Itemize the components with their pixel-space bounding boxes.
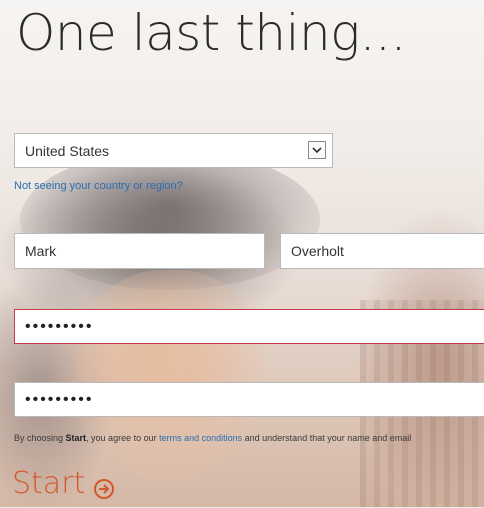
background-hat [20, 150, 320, 290]
terms-link[interactable]: terms and conditions [159, 433, 242, 443]
terms-suffix: and understand that your name and email [242, 433, 412, 443]
confirm-password-field[interactable]: ••••••••• [14, 382, 484, 417]
terms-middle: , you agree to our [86, 433, 160, 443]
last-name-field[interactable]: Overholt [280, 233, 484, 269]
start-label: Start [12, 466, 86, 501]
start-button[interactable]: Start [12, 466, 115, 501]
last-name-value: Overholt [291, 243, 344, 259]
first-name-field[interactable]: Mark [14, 233, 265, 269]
confirm-password-value: ••••••••• [25, 390, 94, 408]
arrow-circle-right-icon [93, 473, 115, 499]
country-select-value: United States [25, 142, 110, 159]
first-name-value: Mark [25, 243, 57, 259]
terms-text: By choosing Start, you agree to our term… [14, 433, 411, 443]
country-select[interactable]: United States [14, 133, 333, 168]
chevron-down-icon[interactable] [308, 141, 326, 159]
terms-start-word: Start [65, 433, 87, 443]
password-value: ••••••••• [25, 317, 94, 335]
terms-prefix: By choosing [14, 433, 66, 443]
background-face [75, 270, 265, 480]
page-title: One last thing... [16, 4, 406, 62]
password-field[interactable]: ••••••••• [14, 309, 484, 344]
country-help-link[interactable]: Not seeing your country or region? [14, 180, 183, 192]
